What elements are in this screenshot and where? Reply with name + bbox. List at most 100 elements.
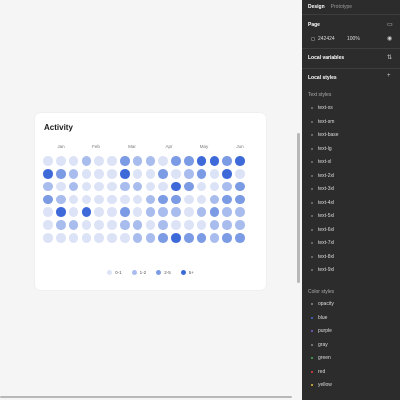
color-style-swatch	[311, 316, 313, 319]
heatmap-cell	[222, 156, 232, 166]
color-style-swatch	[311, 357, 313, 359]
text-style-icon	[311, 107, 313, 109]
divider	[302, 48, 400, 49]
legend-label: 5+	[188, 270, 194, 275]
heatmap-cell	[81, 156, 92, 166]
heatmap-cell	[184, 233, 194, 243]
heatmap-cell	[56, 233, 66, 243]
heatmap-cell	[81, 207, 92, 217]
color-style-item[interactable]: purple	[308, 327, 332, 335]
heatmap-cell	[107, 233, 117, 243]
text-style-item[interactable]: text-sm	[308, 118, 334, 126]
eye-icon[interactable]: ◉	[387, 35, 392, 42]
heatmap-cell	[235, 220, 245, 230]
heatmap-cell	[132, 181, 143, 192]
heatmap-cell	[43, 194, 53, 205]
text-style-item[interactable]: text-4xl	[308, 199, 334, 207]
heatmap-cell	[56, 220, 66, 230]
text-style-item[interactable]: text-3xl	[308, 185, 334, 193]
text-style-name: text-5xl	[318, 213, 335, 219]
heatmap-cell	[235, 233, 245, 243]
color-style-name: opacity	[318, 301, 334, 307]
heatmap-cell	[43, 220, 53, 230]
heatmap-cell	[94, 156, 104, 166]
text-style-icon	[311, 134, 313, 136]
heatmap-cell	[68, 194, 79, 205]
text-style-icon	[311, 215, 313, 217]
heatmap-cell	[209, 156, 220, 166]
color-style-swatch	[311, 384, 313, 386]
text-style-item[interactable]: text-7xl	[308, 239, 334, 247]
color-style-swatch	[311, 343, 313, 346]
color-style-name: red	[318, 368, 326, 375]
heatmap-cell	[56, 156, 66, 166]
text-style-item[interactable]: text-xl	[308, 158, 331, 166]
text-style-item[interactable]: text-5xl	[308, 212, 334, 220]
plus-icon[interactable]: +	[387, 73, 391, 79]
text-style-item[interactable]: text-6xl	[308, 226, 334, 234]
scroll-thumb[interactable]	[0, 396, 292, 398]
heatmap-cell	[196, 169, 207, 179]
text-style-item[interactable]: text-2xl	[308, 172, 334, 180]
local-styles-label: Local styles	[308, 75, 337, 81]
local-variables-label[interactable]: Local variables	[308, 55, 344, 61]
heatmap-cell	[68, 233, 79, 243]
text-style-icon	[311, 188, 313, 190]
heatmap-cell	[158, 156, 168, 166]
color-style-item[interactable]: opacity	[308, 300, 334, 308]
text-style-item[interactable]: text-lg	[308, 145, 332, 153]
color-styles-label: Color styles	[308, 289, 335, 295]
horizontal-scrollbar[interactable]	[0, 394, 302, 400]
heatmap-cell	[56, 169, 66, 179]
text-style-name: text-7xl	[318, 240, 335, 246]
text-style-icon	[311, 269, 313, 271]
heatmap-cell	[145, 194, 156, 205]
heatmap-cell	[132, 194, 143, 205]
vertical-scrollbar[interactable]	[297, 133, 300, 283]
heatmap-cell	[145, 207, 156, 217]
color-style-item[interactable]: green	[308, 354, 331, 362]
color-style-swatch	[311, 303, 313, 305]
heatmap-cell	[56, 207, 66, 217]
heatmap-cell	[222, 220, 232, 230]
color-style-item[interactable]: gray	[308, 341, 328, 349]
heatmap-cell	[196, 233, 207, 243]
text-style-item[interactable]: text-9xl	[308, 266, 334, 274]
heatmap-cell	[158, 207, 168, 217]
heatmap-cell	[222, 233, 232, 243]
legend-swatch	[107, 270, 113, 275]
color-style-name: blue	[318, 314, 328, 321]
activity-card[interactable]: Activity Jan Feb Mar Apr May Jun 0-1 1-2 2-5 5+	[35, 113, 266, 290]
page-opacity-value[interactable]: 100%	[347, 36, 360, 42]
heatmap-cell	[222, 169, 232, 179]
heatmap-cell	[145, 169, 156, 179]
canvas[interactable]: Activity Jan Feb Mar Apr May Jun 0-1 1-2 2-5 5+	[0, 0, 302, 400]
color-style-item[interactable]: blue	[308, 314, 327, 322]
heatmap-cell	[196, 194, 207, 205]
heatmap-cell	[235, 156, 245, 166]
heatmap-cell	[222, 181, 232, 192]
heatmap-cell	[107, 181, 117, 192]
heatmap-cell	[94, 233, 104, 243]
heatmap-cell	[68, 207, 79, 217]
heatmap-cell	[196, 156, 207, 166]
heatmap-cell	[171, 156, 181, 166]
heatmap-cell	[107, 220, 117, 230]
heatmap-cell	[235, 207, 245, 217]
text-style-icon	[311, 174, 313, 177]
text-style-item[interactable]: text-xs	[308, 104, 333, 112]
heatmap-cell	[43, 181, 53, 192]
color-style-item[interactable]: red	[308, 368, 325, 376]
heatmap-cell	[120, 233, 130, 243]
page-color-swatch[interactable]	[311, 37, 315, 41]
heatmap-cell	[196, 220, 207, 230]
heatmap-cell	[43, 156, 53, 166]
variables-icon[interactable]: ⇅	[387, 54, 392, 61]
export-icon[interactable]: ▭	[387, 21, 393, 28]
text-style-item[interactable]: text-8xl	[308, 253, 334, 261]
color-style-item[interactable]: yellow	[308, 381, 332, 389]
text-style-item[interactable]: text-base	[308, 131, 339, 139]
tab-prototype[interactable]: Prototype	[331, 4, 352, 10]
tab-design[interactable]: Design	[308, 4, 325, 10]
page-color-value[interactable]: 242424	[318, 36, 335, 42]
